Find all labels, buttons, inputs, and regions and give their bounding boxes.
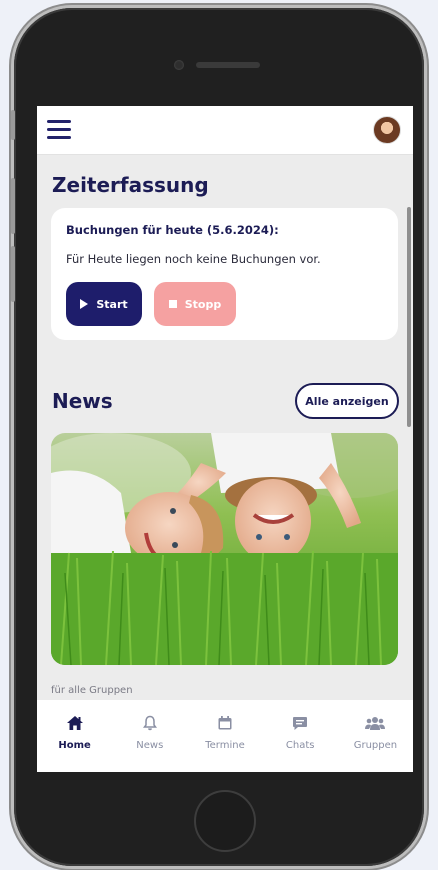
show-all-news-button[interactable]: Alle anzeigen bbox=[295, 383, 399, 419]
bell-icon bbox=[142, 714, 157, 732]
nav-label-termine: Termine bbox=[205, 740, 245, 751]
nav-label-news: News bbox=[136, 740, 164, 751]
hamburger-icon[interactable] bbox=[47, 120, 71, 140]
volume-down-button bbox=[11, 246, 15, 302]
play-icon bbox=[80, 299, 89, 309]
home-icon bbox=[66, 714, 84, 732]
stop-button-label: Stopp bbox=[184, 297, 222, 311]
bookings-card: Buchungen für heute (5.6.2024): Für Heut… bbox=[51, 208, 398, 340]
stop-button[interactable]: Stopp bbox=[154, 282, 236, 326]
earpiece-speaker bbox=[196, 62, 260, 68]
children-lying-in-grass-photo bbox=[51, 433, 398, 665]
start-button-label: Start bbox=[96, 297, 128, 311]
app-screen: Zeiterfassung Buchungen für heute (5.6.2… bbox=[37, 106, 413, 772]
nav-item-termine[interactable]: Termine bbox=[187, 700, 262, 772]
home-button[interactable] bbox=[194, 790, 256, 852]
nav-label-gruppen: Gruppen bbox=[353, 740, 398, 751]
chat-icon bbox=[292, 714, 308, 732]
news-title: News bbox=[52, 389, 113, 413]
news-image[interactable] bbox=[51, 433, 398, 665]
mute-switch bbox=[11, 110, 15, 140]
nav-item-gruppen[interactable]: Gruppen bbox=[338, 700, 413, 772]
scrollbar[interactable] bbox=[407, 207, 411, 427]
nav-label-home: Home bbox=[58, 740, 91, 751]
bottom-navigation: Home News Termine Chats Gruppen bbox=[37, 700, 413, 772]
calendar-icon bbox=[217, 714, 233, 732]
scroll-content[interactable]: Zeiterfassung Buchungen für heute (5.6.2… bbox=[37, 155, 413, 700]
front-camera bbox=[174, 60, 184, 70]
nav-item-news[interactable]: News bbox=[112, 700, 187, 772]
nav-item-chats[interactable]: Chats bbox=[263, 700, 338, 772]
nav-item-home[interactable]: Home bbox=[37, 700, 112, 772]
stop-icon bbox=[168, 300, 177, 308]
bookings-card-title: Buchungen für heute (5.6.2024): bbox=[66, 223, 279, 237]
group-icon bbox=[365, 714, 386, 732]
news-group-label: für alle Gruppen bbox=[51, 685, 133, 696]
start-button[interactable]: Start bbox=[66, 282, 142, 326]
top-app-bar bbox=[37, 106, 413, 155]
user-avatar[interactable] bbox=[373, 116, 401, 144]
bookings-empty-text: Für Heute liegen noch keine Buchungen vo… bbox=[66, 252, 321, 266]
zeiterfassung-title: Zeiterfassung bbox=[52, 173, 209, 197]
volume-up-button bbox=[11, 178, 15, 234]
nav-label-chats: Chats bbox=[285, 740, 315, 751]
